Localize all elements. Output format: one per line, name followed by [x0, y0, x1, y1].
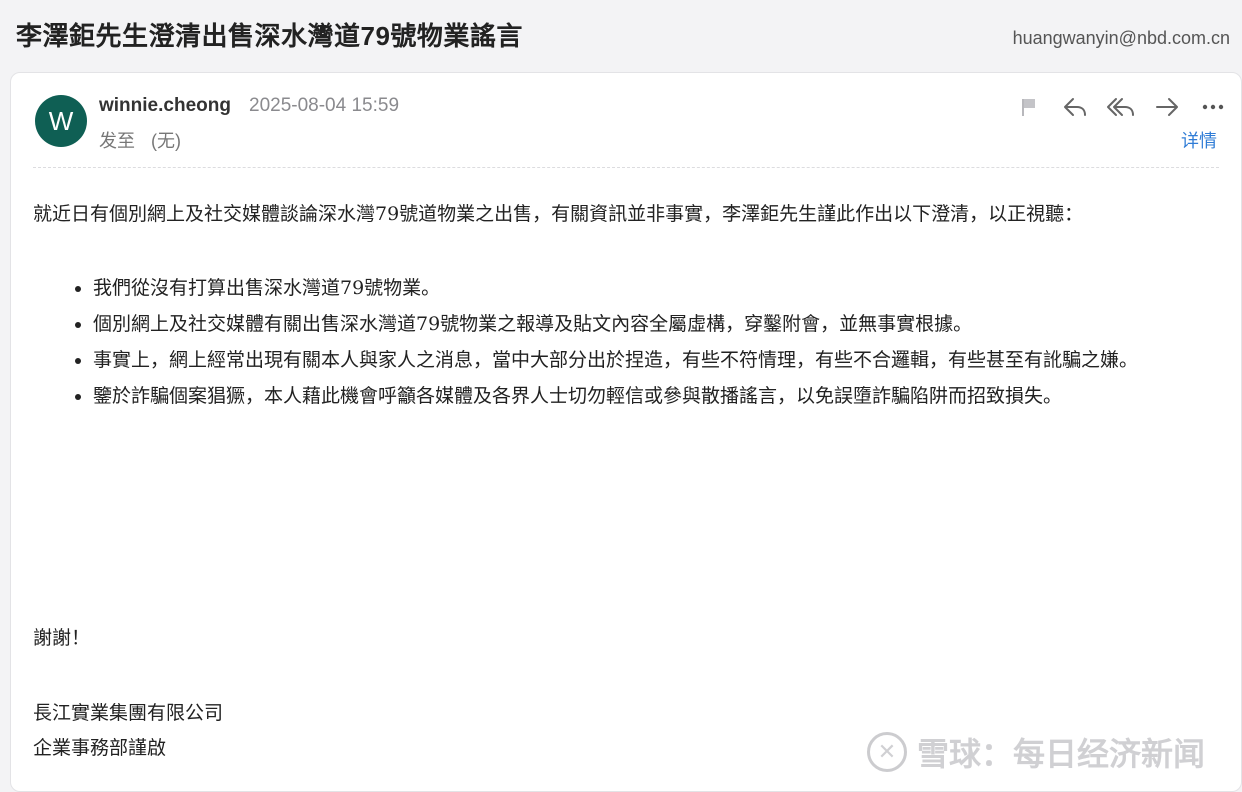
watermark: ✕ 雪球：每日经济新闻	[866, 729, 1205, 775]
signature-department: 企業事務部謹啟	[33, 737, 167, 759]
title-bar: 李澤鉅先生澄清出售深水灣道79號物業謠言 huangwanyin@nbd.com…	[0, 0, 1242, 72]
list-item: 個別網上及社交媒體有關出售深水灣道79號物業之報導及貼文內容全屬虛構，穿鑿附會，…	[93, 307, 1203, 341]
email-body: 就近日有個別網上及社交媒體談論深水灣79號道物業之出售，有關資訊並非事實，李澤鉅…	[33, 197, 1203, 415]
account-email: huangwanyin@nbd.com.cn	[1012, 28, 1230, 48]
intro-paragraph: 就近日有個別網上及社交媒體談論深水灣79號道物業之出售，有關資訊並非事實，李澤鉅…	[33, 203, 1084, 225]
list-item: 鑒於詐騙個案猖獗，本人藉此機會呼籲各媒體及各界人士切勿輕信或參與散播謠言，以免誤…	[93, 379, 1203, 413]
watermark-text: 雪球：每日经济新闻	[916, 736, 1205, 772]
snowball-logo-icon: ✕	[866, 732, 907, 772]
sent-datetime: 2025-08-04 15:59	[249, 95, 400, 116]
bullet-list: 我們從沒有打算出售深水灣道79號物業。 個別網上及社交媒體有關出售深水灣道79號…	[33, 271, 1203, 413]
list-item: 我們從沒有打算出售深水灣道79號物業。	[93, 271, 1203, 305]
sender-name[interactable]: winnie.cheong	[99, 95, 231, 117]
email-card: W winnie.cheong 2025-08-04 15:59 发至 (无) 详…	[10, 72, 1242, 792]
reply-all-icon[interactable]	[1105, 91, 1137, 123]
avatar: W	[35, 95, 87, 147]
closing-thanks: 謝謝！	[33, 627, 91, 649]
reply-icon[interactable]	[1059, 91, 1091, 123]
to-label: 发至	[99, 131, 135, 151]
forward-icon[interactable]	[1151, 91, 1183, 123]
header-divider	[33, 167, 1219, 168]
recipient-row: 发至 (无)	[99, 127, 181, 153]
flag-icon[interactable]	[1013, 91, 1045, 123]
message-actions	[999, 91, 1229, 123]
list-item: 事實上，網上經常出現有關本人與家人之消息，當中大部分出於捏造，有些不符情理，有些…	[93, 343, 1203, 377]
email-subject: 李澤鉅先生澄清出售深水灣道79號物業謠言	[16, 21, 523, 51]
signature-company: 長江實業集團有限公司	[33, 702, 224, 724]
more-icon[interactable]	[1197, 91, 1229, 123]
to-value: (无)	[151, 131, 181, 151]
details-link[interactable]: 详情	[1181, 127, 1217, 153]
